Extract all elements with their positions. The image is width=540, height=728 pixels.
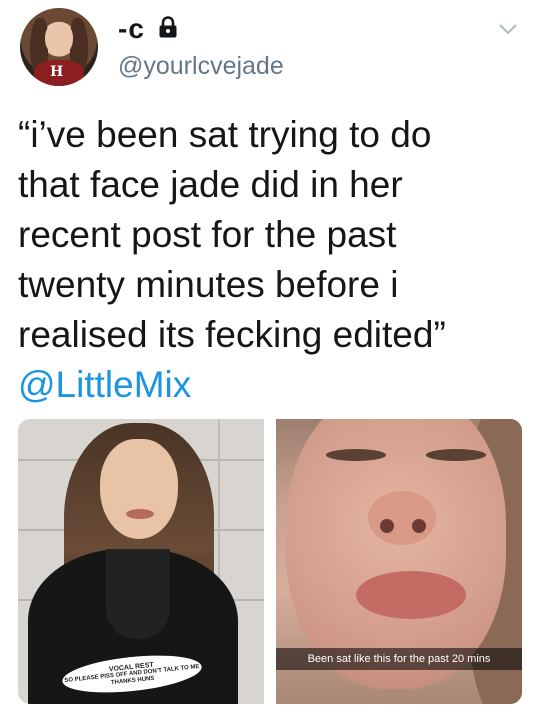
person-hood (106, 549, 170, 639)
tweet-text-line: that face jade did in her (18, 164, 403, 205)
avatar-face (45, 22, 73, 56)
tweet-text-line: twenty minutes before i (18, 264, 399, 305)
media-grid: VOCAL REST SO PLEASE PISS OFF AND DON'T … (18, 419, 522, 704)
media-photo-right[interactable]: Been sat like this for the past 20 mins (276, 419, 522, 704)
avatar-logo: H (50, 64, 64, 80)
selfie-nostril (412, 519, 426, 533)
chevron-down-icon[interactable] (498, 22, 518, 36)
tweet: H -c @yourlcvejade “i’ve been sat trying… (0, 0, 540, 728)
tweet-text-line: realised its fecking edited” (18, 314, 446, 355)
selfie-nostril (380, 519, 394, 533)
person-face (100, 439, 178, 539)
user-handle[interactable]: @yourlcvejade (118, 52, 284, 81)
lock-icon (159, 16, 177, 38)
display-name[interactable]: -c (118, 13, 145, 45)
selfie-nose (368, 491, 436, 545)
tweet-text-line: recent post for the past (18, 214, 397, 255)
tweet-text-line: “i’ve been sat trying to do (18, 114, 432, 155)
tweet-text: “i’ve been sat trying to do that face ja… (18, 110, 528, 410)
avatar[interactable]: H (20, 8, 98, 86)
selfie-lips (356, 571, 466, 619)
mention-link[interactable]: @LittleMix (18, 360, 528, 410)
selfie-eye (326, 449, 386, 461)
person-mouth (126, 509, 154, 519)
snapchat-caption: Been sat like this for the past 20 mins (276, 648, 522, 670)
selfie-eye (426, 449, 486, 461)
media-photo-left[interactable]: VOCAL REST SO PLEASE PISS OFF AND DON'T … (18, 419, 264, 704)
